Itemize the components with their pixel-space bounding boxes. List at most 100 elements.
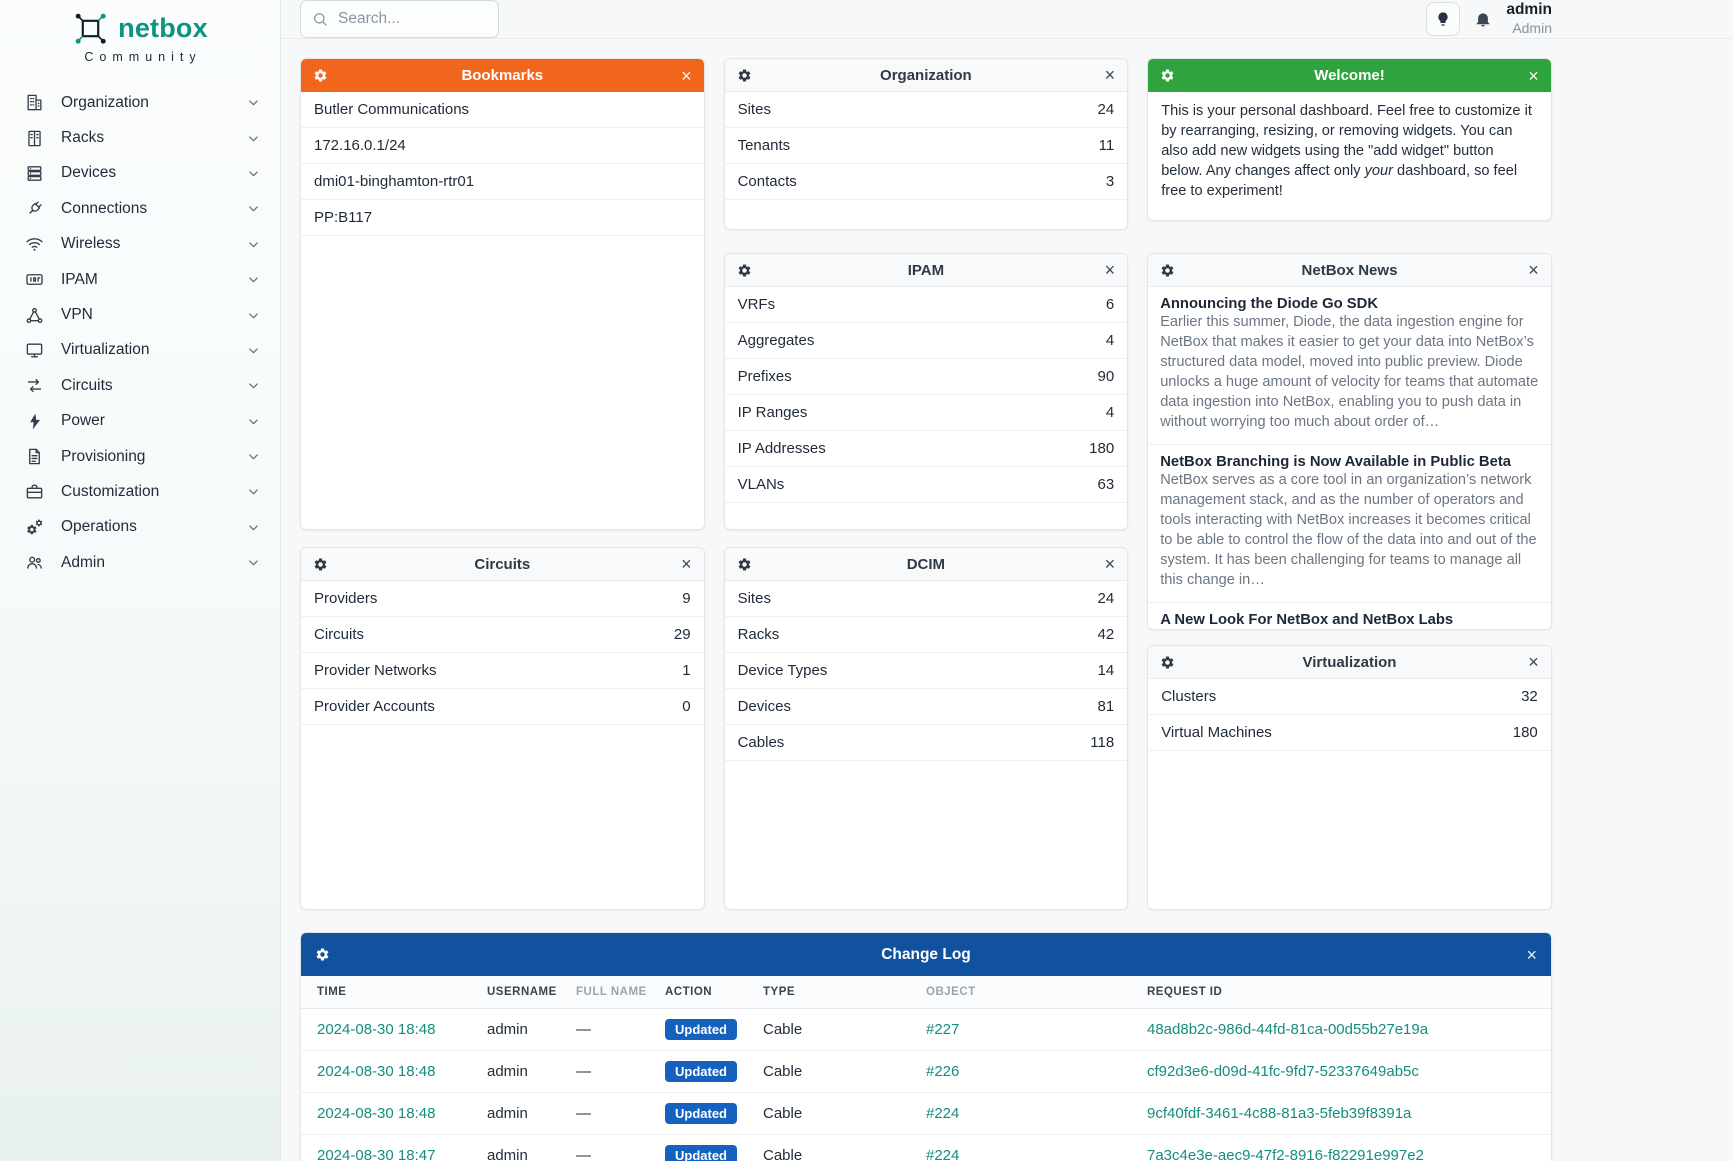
news-item-title[interactable]: NetBox Branching is Now Available in Pub…: [1160, 454, 1539, 470]
stat-value-link[interactable]: 1: [682, 662, 690, 679]
sidebar-item[interactable]: Power: [0, 404, 280, 439]
sidebar-item[interactable]: Circuits: [0, 368, 280, 403]
stat-value-link[interactable]: 180: [1513, 724, 1538, 741]
changelog-time-link[interactable]: 2024-08-30 18:48: [317, 1063, 487, 1080]
stat-value-link[interactable]: 6: [1106, 296, 1114, 313]
sidebar-item[interactable]: Admin: [0, 545, 280, 580]
widget-close-icon[interactable]: ×: [681, 67, 692, 85]
stat-label-link[interactable]: Cables: [738, 734, 785, 751]
changelog-object-link[interactable]: #224: [926, 1147, 1147, 1161]
stat-label-link[interactable]: Provider Networks: [314, 662, 437, 679]
sidebar-item[interactable]: Organization: [0, 85, 280, 120]
widget-close-icon[interactable]: ×: [1105, 261, 1116, 279]
brand-logo[interactable]: netbox: [0, 10, 280, 47]
stat-value-link[interactable]: 4: [1106, 404, 1114, 421]
sidebar-item[interactable]: Customization: [0, 474, 280, 509]
sidebar-item-icon: [25, 306, 44, 325]
stat-label-link[interactable]: Providers: [314, 590, 377, 607]
stat-label-link[interactable]: Tenants: [738, 137, 791, 154]
stat-value-link[interactable]: 3: [1106, 173, 1114, 190]
stat-label-link[interactable]: Racks: [738, 626, 780, 643]
stat-value-link[interactable]: 90: [1098, 368, 1115, 385]
stat-label-link[interactable]: Clusters: [1161, 688, 1216, 705]
changelog-requestid-link[interactable]: 7a3c4e3e-aec9-47f2-8916-f82291e997e2: [1147, 1147, 1535, 1161]
widget-settings-gear-icon[interactable]: [737, 557, 752, 572]
widget-close-icon[interactable]: ×: [1528, 653, 1539, 671]
sidebar-nav: Organization Racks Devices Connections: [0, 85, 280, 580]
stat-label-link[interactable]: Device Types: [738, 662, 828, 679]
stat-label-link[interactable]: Aggregates: [738, 332, 815, 349]
changelog-time-link[interactable]: 2024-08-30 18:47: [317, 1147, 487, 1161]
widget-virtualization-header: Virtualization ×: [1148, 646, 1551, 679]
sidebar-item[interactable]: Devices: [0, 156, 280, 191]
stat-value-link[interactable]: 24: [1098, 590, 1115, 607]
widget-close-icon[interactable]: ×: [681, 555, 692, 573]
search-box[interactable]: [300, 0, 499, 38]
changelog-requestid-link[interactable]: 48ad8b2c-986d-44fd-81ca-00d55b27e19a: [1147, 1021, 1535, 1038]
user-menu[interactable]: admin Admin: [1506, 1, 1552, 36]
stat-label-link[interactable]: Virtual Machines: [1161, 724, 1272, 741]
stat-value-link[interactable]: 180: [1089, 440, 1114, 457]
stat-label-link[interactable]: Sites: [738, 101, 771, 118]
widget-close-icon[interactable]: ×: [1526, 946, 1537, 964]
sidebar-item[interactable]: Operations: [0, 510, 280, 545]
bookmark-link[interactable]: PP:B117: [314, 209, 372, 226]
sidebar-item[interactable]: Provisioning: [0, 439, 280, 474]
changelog-object-link[interactable]: #226: [926, 1063, 1147, 1080]
changelog-requestid-link[interactable]: 9cf40fdf-3461-4c88-81a3-5feb39f8391a: [1147, 1105, 1535, 1122]
theme-toggle-button[interactable]: [1426, 2, 1460, 36]
widget-settings-gear-icon[interactable]: [737, 68, 752, 83]
stat-label-link[interactable]: VRFs: [738, 296, 776, 313]
notifications-bell-icon[interactable]: [1474, 10, 1492, 28]
sidebar-item[interactable]: Racks: [0, 120, 280, 155]
changelog-object-link[interactable]: #227: [926, 1021, 1147, 1038]
bookmark-link[interactable]: Butler Communications: [314, 101, 469, 118]
news-item-title[interactable]: A New Look For NetBox and NetBox Labs: [1160, 612, 1539, 628]
widget-close-icon[interactable]: ×: [1528, 261, 1539, 279]
widget-settings-gear-icon[interactable]: [315, 947, 330, 962]
stat-value-link[interactable]: 0: [682, 698, 690, 715]
bookmark-link[interactable]: dmi01-binghamton-rtr01: [314, 173, 474, 190]
changelog-time-link[interactable]: 2024-08-30 18:48: [317, 1105, 487, 1122]
stat-value-link[interactable]: 9: [682, 590, 690, 607]
stat-value-link[interactable]: 118: [1090, 734, 1114, 751]
sidebar-item[interactable]: Connections: [0, 191, 280, 226]
widget-close-icon[interactable]: ×: [1105, 555, 1116, 573]
widget-settings-gear-icon[interactable]: [1160, 263, 1175, 278]
stat-label-link[interactable]: VLANs: [738, 476, 785, 493]
widget-settings-gear-icon[interactable]: [313, 557, 328, 572]
sidebar-item[interactable]: Virtualization: [0, 333, 280, 368]
stat-value-link[interactable]: 81: [1098, 698, 1115, 715]
widget-settings-gear-icon[interactable]: [737, 263, 752, 278]
stat-label-link[interactable]: IP Ranges: [738, 404, 808, 421]
sidebar-item[interactable]: VPN: [0, 297, 280, 332]
widget-settings-gear-icon[interactable]: [1160, 655, 1175, 670]
widget-close-icon[interactable]: ×: [1528, 67, 1539, 85]
stat-label-link[interactable]: Prefixes: [738, 368, 792, 385]
stat-value-link[interactable]: 63: [1098, 476, 1115, 493]
search-input[interactable]: [338, 10, 488, 28]
stat-value-link[interactable]: 11: [1099, 137, 1115, 154]
stat-label-link[interactable]: Sites: [738, 590, 771, 607]
stat-label-link[interactable]: Circuits: [314, 626, 364, 643]
stat-value-link[interactable]: 29: [674, 626, 691, 643]
sidebar-item[interactable]: Wireless: [0, 227, 280, 262]
changelog-requestid-link[interactable]: cf92d3e6-d09d-41fc-9fd7-52337649ab5c: [1147, 1063, 1535, 1080]
stat-value-link[interactable]: 42: [1098, 626, 1115, 643]
stat-value-link[interactable]: 4: [1106, 332, 1114, 349]
stat-value-link[interactable]: 14: [1098, 662, 1115, 679]
stat-value-link[interactable]: 24: [1098, 101, 1115, 118]
changelog-object-link[interactable]: #224: [926, 1105, 1147, 1122]
stat-value-link[interactable]: 32: [1521, 688, 1538, 705]
bookmark-link[interactable]: 172.16.0.1/24: [314, 137, 406, 154]
sidebar-item[interactable]: IPAM: [0, 262, 280, 297]
widget-settings-gear-icon[interactable]: [1160, 68, 1175, 83]
stat-label-link[interactable]: IP Addresses: [738, 440, 826, 457]
widget-settings-gear-icon[interactable]: [313, 68, 328, 83]
news-item-title[interactable]: Announcing the Diode Go SDK: [1160, 296, 1539, 312]
changelog-time-link[interactable]: 2024-08-30 18:48: [317, 1021, 487, 1038]
stat-label-link[interactable]: Devices: [738, 698, 791, 715]
stat-label-link[interactable]: Provider Accounts: [314, 698, 435, 715]
stat-label-link[interactable]: Contacts: [738, 173, 797, 190]
widget-close-icon[interactable]: ×: [1105, 66, 1116, 84]
